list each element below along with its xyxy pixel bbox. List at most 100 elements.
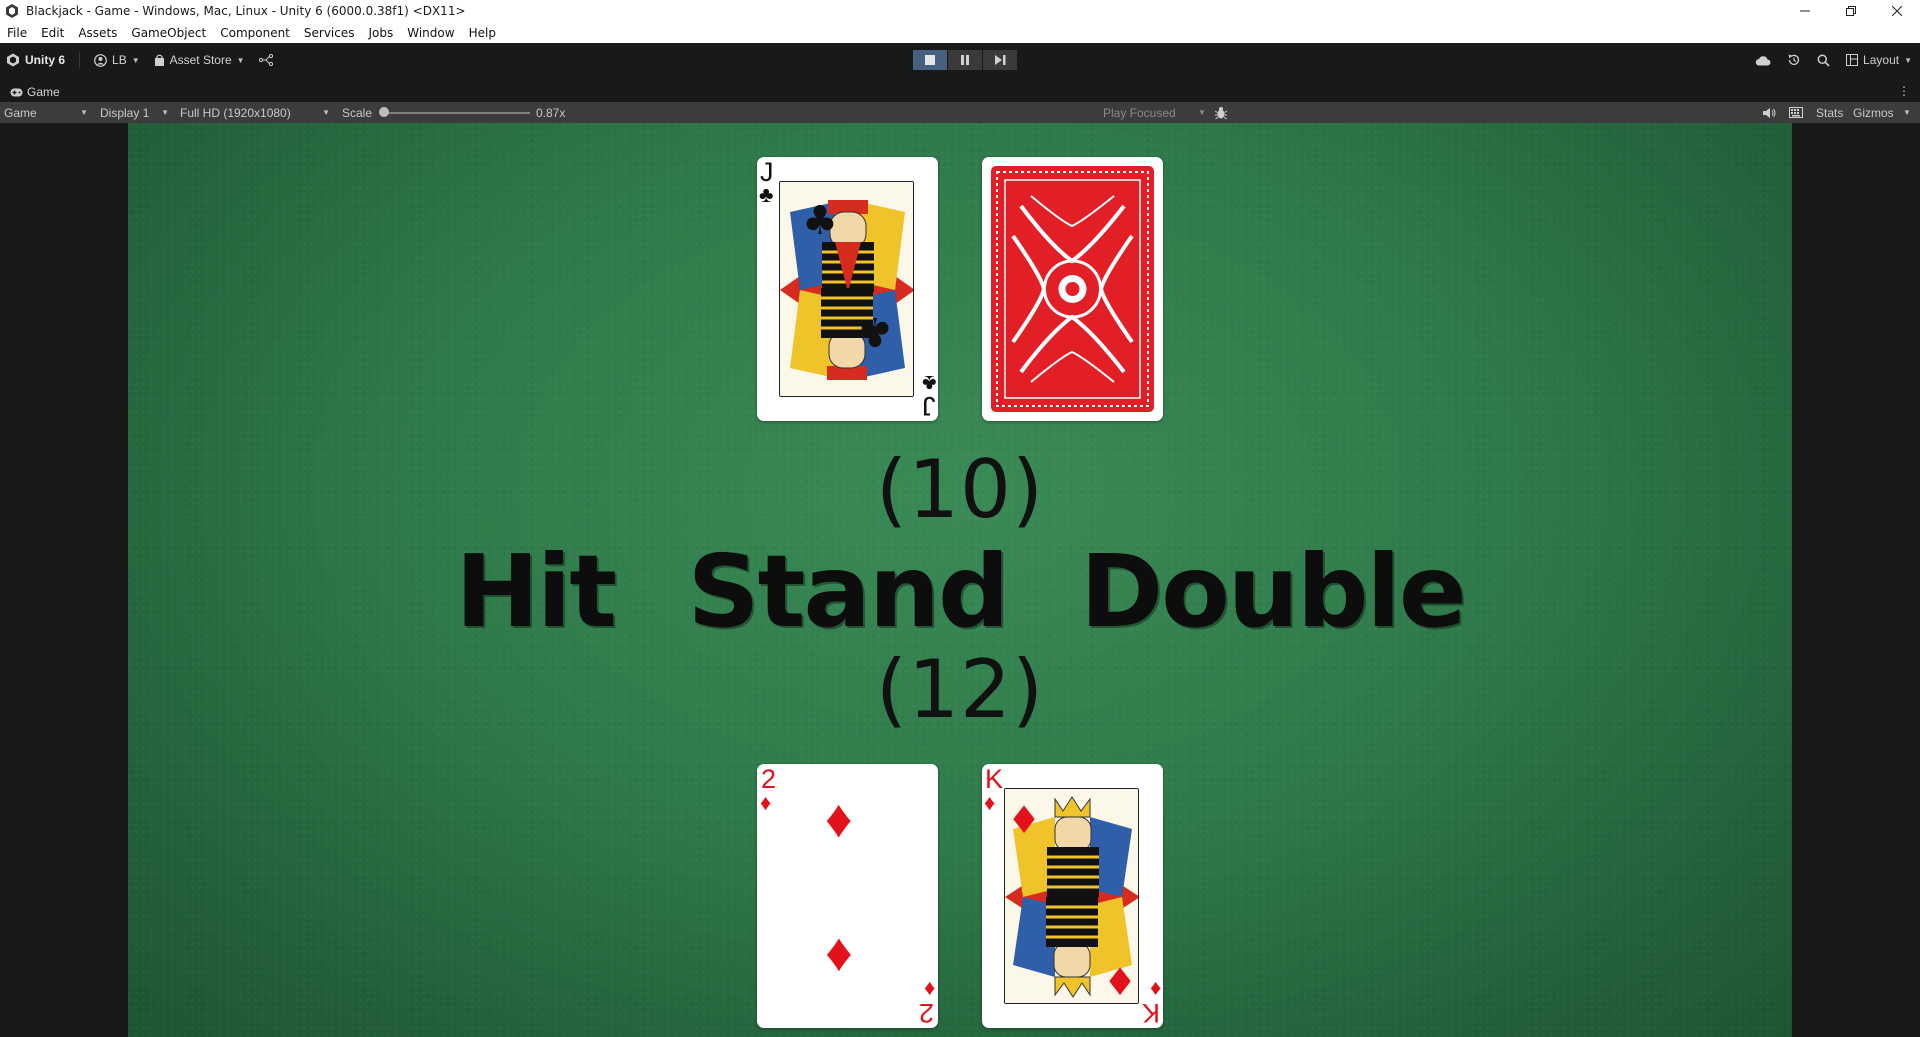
main-toolbar: Unity 6 LB ▼ Asset Store ▼ Layout ▼ [0, 43, 1920, 77]
chevron-down-icon: ▼ [1903, 108, 1911, 117]
mute-audio-button[interactable] [1763, 102, 1777, 123]
blackjack-table[interactable]: J ♣ J ♣ ♣ ♣ (10) Hit Stand Double (12) 2… [128, 123, 1792, 1037]
card-suit: ♦ [1149, 977, 1161, 1002]
debug-button[interactable] [1214, 102, 1228, 123]
gizmos-button[interactable]: Gizmos [1853, 102, 1894, 123]
asset-store-label: Asset Store [169, 53, 232, 67]
menu-component[interactable]: Component [213, 26, 297, 40]
stop-icon [925, 55, 935, 65]
svg-text:♣: ♣ [802, 198, 838, 244]
restore-button[interactable] [1828, 0, 1874, 22]
keyboard-icon [1789, 107, 1803, 118]
card-suit: ♦ [760, 790, 772, 815]
play-mode-dropdown[interactable]: Play Focused ▼ [1103, 102, 1206, 123]
gizmos-dropdown[interactable]: ▼ [1903, 102, 1911, 123]
close-button[interactable] [1874, 0, 1920, 22]
stats-button[interactable]: Stats [1816, 102, 1843, 123]
pause-button[interactable] [948, 50, 982, 70]
scale-slider-knob[interactable] [379, 107, 389, 117]
jack-of-clubs-portrait: ♣ ♣ [779, 181, 914, 397]
stand-button[interactable]: Stand [688, 533, 1010, 650]
layout-icon [1846, 54, 1859, 66]
card-rank: 2 [918, 998, 934, 1028]
card-rank: K [1141, 998, 1160, 1028]
chevron-down-icon: ▼ [1198, 108, 1206, 117]
card-suit: ♦ [923, 977, 935, 1002]
card-suit: ♦ [984, 790, 996, 815]
scale-value: 0.87x [536, 105, 566, 120]
tab-game-label: Game [27, 85, 60, 99]
asset-store-dropdown[interactable]: Asset Store ▼ [154, 53, 245, 67]
minimize-icon [1800, 10, 1810, 12]
undo-history-button[interactable] [1787, 53, 1801, 67]
toolbar-separator [79, 52, 81, 68]
card-pip: ♦ [825, 927, 853, 987]
game-view-toolbar: Game ▼ Display 1 ▼ Full HD (1920x1080) ▼… [0, 102, 1920, 123]
menu-file[interactable]: File [0, 26, 34, 40]
pause-icon [961, 55, 969, 65]
scale-label: Scale [342, 105, 373, 120]
menu-services[interactable]: Services [297, 26, 362, 40]
view-mode-dropdown[interactable]: Game ▼ [0, 102, 92, 123]
play-controls [913, 50, 1017, 70]
layout-dropdown[interactable]: Layout ▼ [1846, 53, 1912, 67]
account-label: LB [112, 53, 127, 67]
unity-version-label: Unity 6 [25, 53, 66, 67]
game-viewport: J ♣ J ♣ ♣ ♣ (10) Hit Stand Double (12) 2… [0, 123, 1920, 1037]
shopping-bag-icon [154, 54, 164, 66]
menu-assets[interactable]: Assets [71, 26, 124, 40]
resolution-label: Full HD (1920x1080) [180, 105, 291, 120]
tab-game[interactable]: Game [0, 82, 60, 102]
cloud-button[interactable] [1755, 55, 1771, 66]
dealer-score: (10) [875, 443, 1045, 536]
version-control-button[interactable] [258, 54, 273, 66]
double-button[interactable]: Double [1080, 533, 1467, 650]
menu-jobs[interactable]: Jobs [362, 26, 401, 40]
close-icon [1892, 6, 1902, 16]
card-rank: J [921, 391, 936, 421]
chevron-down-icon: ▼ [322, 108, 330, 117]
unity-cube-icon [7, 53, 19, 67]
chevron-down-icon: ▼ [131, 55, 140, 65]
svg-text:♦: ♦ [1007, 798, 1041, 842]
scale-slider-track[interactable] [384, 112, 530, 114]
more-options-icon[interactable]: ⋮ [1898, 84, 1910, 98]
title-bar: Blackjack - Game - Windows, Mac, Linux -… [0, 0, 1920, 22]
chevron-down-icon: ▼ [80, 108, 88, 117]
ornament-icon [996, 171, 1149, 407]
account-dropdown[interactable]: LB ▼ [94, 53, 140, 67]
keyboard-shortcuts-button[interactable] [1789, 102, 1803, 123]
view-mode-label: Game [4, 105, 37, 120]
search-button[interactable] [1817, 54, 1830, 67]
svg-text:♣: ♣ [857, 308, 893, 354]
cloud-icon [1755, 55, 1771, 65]
unity-editor: Blackjack - Game - Windows, Mac, Linux -… [0, 0, 1920, 1037]
menu-edit[interactable]: Edit [34, 26, 71, 40]
hit-button[interactable]: Hit [455, 533, 617, 650]
display-label: Display 1 [100, 105, 150, 120]
dealer-card-2-facedown [982, 157, 1163, 421]
player-card-2: K ♦ K ♦ ♦ ♦ [982, 764, 1163, 1028]
window-title: Blackjack - Game - Windows, Mac, Linux -… [26, 4, 466, 18]
resolution-dropdown[interactable]: Full HD (1920x1080) ▼ [176, 102, 334, 123]
card-suit: ♣ [759, 182, 774, 207]
svg-text:♦: ♦ [1103, 960, 1137, 1004]
chevron-down-icon: ▼ [236, 55, 245, 65]
menu-window[interactable]: Window [400, 26, 461, 40]
window-controls [1782, 0, 1920, 22]
minimize-button[interactable] [1782, 0, 1828, 22]
card-pip: ♦ [825, 789, 853, 849]
chevron-down-icon: ▼ [1904, 55, 1912, 65]
card-suit: ♣ [921, 371, 936, 396]
menu-help[interactable]: Help [462, 26, 503, 40]
step-button[interactable] [983, 50, 1017, 70]
display-dropdown[interactable]: Display 1 ▼ [96, 102, 173, 123]
chevron-down-icon: ▼ [161, 108, 169, 117]
search-icon [1817, 54, 1830, 67]
play-stop-button[interactable] [913, 50, 947, 70]
unity-version-button[interactable]: Unity 6 [6, 53, 65, 67]
king-figure-icon: ♦ ♦ [1005, 789, 1138, 1004]
menu-gameobject[interactable]: GameObject [124, 26, 213, 40]
card-rank: 2 [761, 764, 777, 794]
play-mode-label: Play Focused [1103, 105, 1176, 120]
